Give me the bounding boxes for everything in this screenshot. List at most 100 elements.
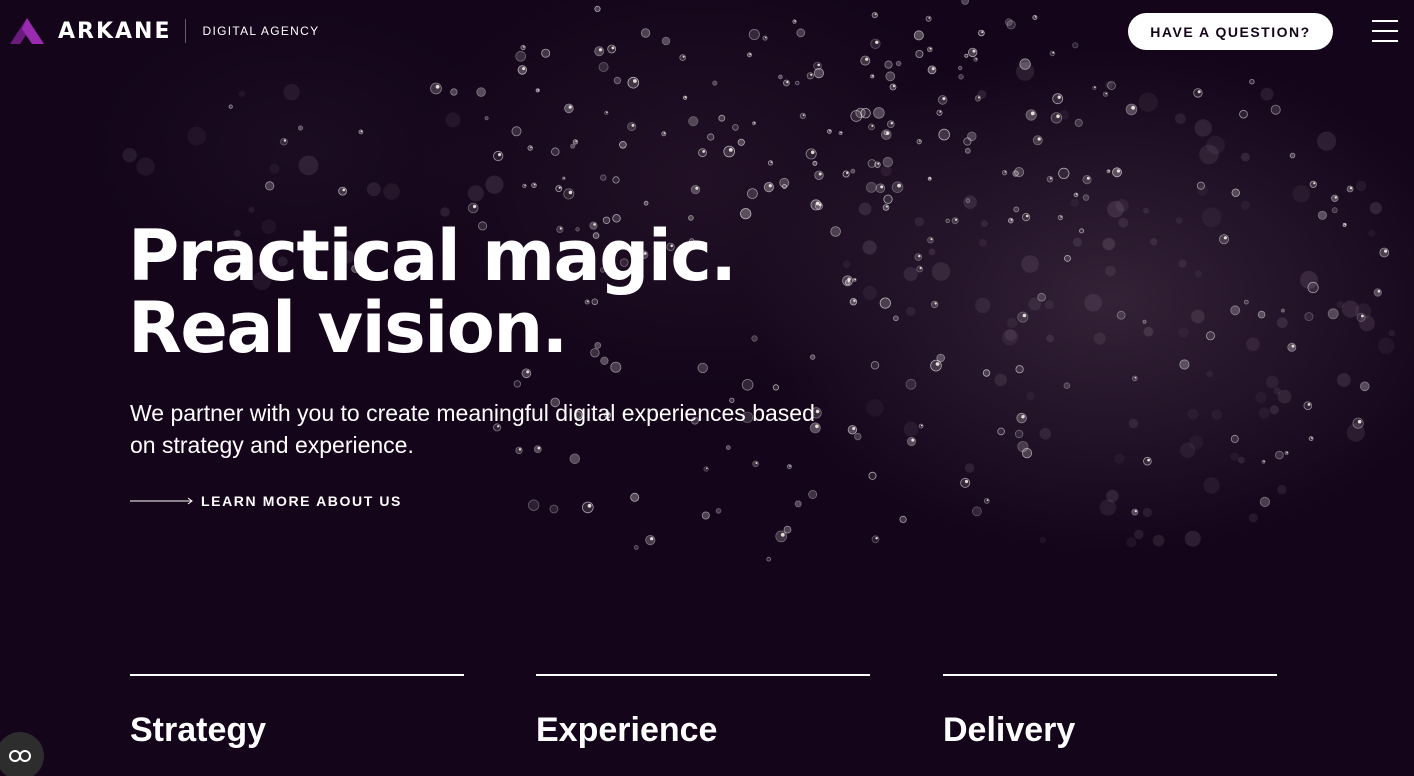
bokeh-dot <box>269 163 280 174</box>
bokeh-dot <box>265 181 275 191</box>
hero-background <box>0 0 1414 776</box>
bokeh-dot <box>279 137 288 146</box>
bokeh-highlight <box>981 31 984 34</box>
bokeh-dot <box>1032 14 1038 20</box>
bokeh-highlight <box>684 96 687 98</box>
bokeh-dot <box>927 65 937 75</box>
bokeh-highlight <box>1291 344 1295 348</box>
bokeh-dot <box>810 354 816 360</box>
bokeh-dot <box>338 186 348 196</box>
bokeh-dot <box>866 181 877 193</box>
bokeh-dot <box>1211 409 1223 420</box>
bokeh-dot <box>799 112 807 120</box>
bokeh-highlight <box>847 277 851 281</box>
bokeh-dot <box>1287 342 1297 352</box>
bokeh-dot <box>122 147 137 163</box>
hamburger-menu-icon[interactable] <box>1372 20 1398 44</box>
bokeh-dot <box>965 198 971 203</box>
bokeh-dot <box>701 511 710 520</box>
bokeh-dot <box>572 139 579 145</box>
bokeh-dot <box>808 489 818 499</box>
bokeh-dot <box>868 123 875 131</box>
bokeh-highlight <box>768 184 772 188</box>
bokeh-dot <box>951 217 959 225</box>
bokeh-dot <box>1142 319 1147 324</box>
bokeh-dot <box>1132 375 1138 382</box>
bokeh-dot <box>627 76 640 89</box>
bokeh-highlight <box>818 203 822 207</box>
bokeh-dot <box>1102 91 1109 97</box>
bokeh-dot <box>1134 529 1144 540</box>
bokeh-dot <box>883 194 893 204</box>
logo[interactable]: ARKANE DIGITAL AGENCY <box>10 17 319 45</box>
bokeh-dot <box>968 47 978 58</box>
bokeh-highlight <box>702 150 706 153</box>
bokeh-dot <box>715 508 722 514</box>
bokeh-dot <box>748 28 760 40</box>
bokeh-dot <box>891 181 904 194</box>
bokeh-highlight <box>920 424 923 427</box>
bokeh-dot <box>795 80 800 86</box>
learn-more-link[interactable]: LEARN MORE ABOUT US <box>130 493 402 509</box>
bokeh-dot <box>978 29 985 37</box>
bokeh-dot <box>1032 135 1043 146</box>
bokeh-highlight <box>749 53 751 55</box>
headline-line-2: Real vision. <box>128 287 568 369</box>
bokeh-dot <box>467 185 484 202</box>
bokeh-dot <box>690 184 701 195</box>
bokeh-dot <box>963 137 972 146</box>
bokeh-dot <box>630 492 640 502</box>
have-a-question-button[interactable]: HAVE A QUESTION? <box>1128 13 1333 50</box>
bokeh-dot <box>1082 175 1092 185</box>
bokeh-highlight <box>1131 105 1135 110</box>
bokeh-dot <box>1084 293 1102 312</box>
bokeh-highlight <box>1147 458 1150 462</box>
bokeh-highlight <box>1105 92 1107 95</box>
bokeh-highlight <box>1030 111 1035 116</box>
bokeh-dot <box>885 71 896 82</box>
bokeh-dot <box>994 373 1007 387</box>
bokeh-dot <box>551 147 560 156</box>
bokeh-highlight <box>360 130 363 133</box>
bokeh-highlight <box>706 467 708 470</box>
bokeh-highlight <box>1334 196 1338 199</box>
bokeh-dot <box>1231 188 1240 197</box>
bokeh-highlight <box>780 532 785 537</box>
bokeh-dot <box>723 145 735 158</box>
bokeh-highlight <box>633 79 637 83</box>
bokeh-dot <box>661 36 671 46</box>
bokeh-dot <box>1194 270 1202 278</box>
bokeh-dot <box>862 285 877 300</box>
bokeh-dot <box>1331 207 1338 214</box>
bokeh-dot <box>783 79 790 87</box>
bokeh-dot <box>1239 109 1248 119</box>
bokeh-dot <box>945 218 950 223</box>
bokeh-dot <box>961 0 969 5</box>
bokeh-dot <box>812 160 818 166</box>
bokeh-highlight <box>435 84 440 89</box>
bokeh-highlight <box>1010 218 1013 221</box>
bokeh-dot <box>1057 214 1064 221</box>
bokeh-dot <box>860 107 871 119</box>
bokeh-dot <box>936 353 945 363</box>
bokeh-dot <box>531 182 537 189</box>
bokeh-dot <box>1142 507 1152 518</box>
logo-divider <box>185 19 187 43</box>
bokeh-highlight <box>865 57 869 61</box>
bokeh-highlight <box>871 125 874 127</box>
bokeh-dot <box>931 262 951 281</box>
bokeh-dot <box>1175 113 1186 124</box>
headline-line-1: Practical magic. <box>128 215 737 297</box>
bokeh-highlight <box>1307 403 1311 406</box>
bokeh-highlight <box>526 370 530 374</box>
bokeh-highlight <box>964 479 969 484</box>
bokeh-dot <box>1073 192 1079 198</box>
bokeh-highlight <box>728 148 733 152</box>
accessibility-button[interactable] <box>0 732 44 776</box>
bokeh-dot <box>866 398 884 417</box>
bokeh-dot <box>598 62 609 73</box>
bokeh-dot <box>1230 452 1239 461</box>
bokeh-highlight <box>942 97 946 101</box>
bokeh-highlight <box>1086 176 1090 180</box>
bokeh-dot <box>528 499 540 511</box>
